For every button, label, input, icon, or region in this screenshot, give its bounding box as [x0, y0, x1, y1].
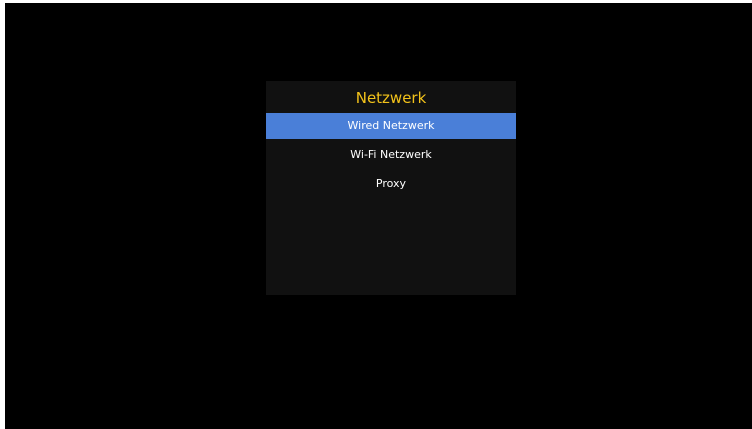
menu-item-wifi-network[interactable]: Wi-Fi Netzwerk: [266, 140, 516, 169]
network-menu-list: Wired Netzwerk Wi-Fi Netzwerk Proxy: [266, 113, 516, 198]
tv-screen: Netzwerk Wired Netzwerk Wi-Fi Netzwerk P…: [5, 3, 752, 429]
dialog-title: Netzwerk: [355, 89, 427, 107]
menu-item-wired-network[interactable]: Wired Netzwerk: [266, 113, 516, 139]
menu-item-proxy[interactable]: Proxy: [266, 169, 516, 198]
network-menu-dialog: Netzwerk Wired Netzwerk Wi-Fi Netzwerk P…: [266, 81, 516, 295]
